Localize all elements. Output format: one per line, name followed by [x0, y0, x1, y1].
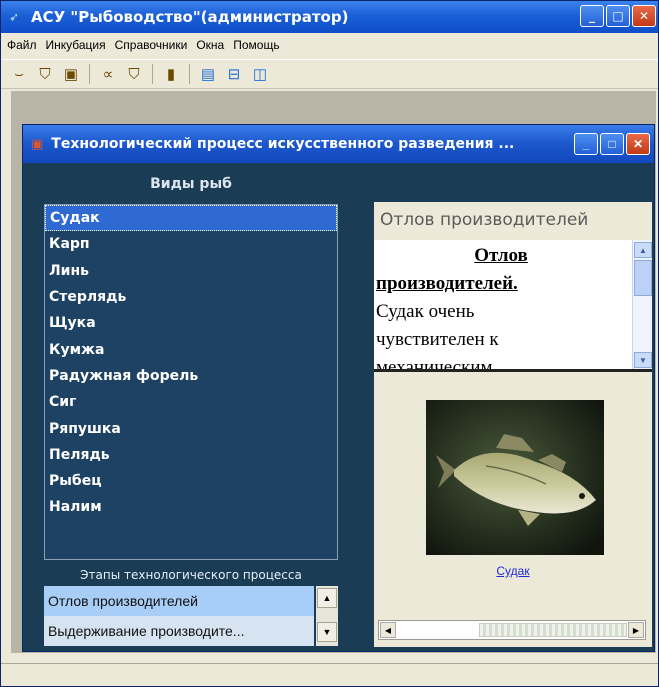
left-panel: Виды рыб Судак Карп Линь Стерлядь Щука К…	[44, 164, 338, 648]
child-maximize-button[interactable]: □	[600, 133, 624, 155]
window-title: АСУ "Рыбоводство"(администратор)	[31, 8, 349, 26]
fish-item[interactable]: Радужная форель	[45, 363, 337, 389]
exit-door-icon[interactable]: ▮	[161, 65, 181, 83]
window-titlebar[interactable]: ➶ АСУ "Рыбоводство"(администратор) _ □ ✕	[1, 1, 658, 33]
fish-species-list[interactable]: Судак Карп Линь Стерлядь Щука Кумжа Раду…	[44, 204, 338, 560]
toolbar-separator	[189, 64, 190, 84]
scroll-down-icon[interactable]: ▼	[634, 352, 652, 368]
detail-panel: Отлов производителей Отлов производителе…	[374, 202, 652, 647]
menu-help[interactable]: Помощь	[233, 38, 279, 52]
maximize-button[interactable]: □	[606, 5, 630, 27]
fish-item[interactable]: Щука	[45, 310, 337, 336]
cup-icon[interactable]: ⛉	[124, 66, 144, 83]
stage-item[interactable]: Отлов производителей	[44, 586, 314, 616]
fish-item[interactable]: Стерлядь	[45, 284, 337, 310]
app-arrow-icon: ➶	[9, 10, 20, 24]
toolbar-separator	[89, 64, 90, 84]
fish-item[interactable]: Линь	[45, 258, 337, 284]
detail-heading: Отлов производителей.	[376, 242, 626, 298]
process-window-title: Технологический процесс искусственного р…	[51, 136, 515, 152]
fish-window-icon: ▣	[31, 136, 44, 152]
child-close-button[interactable]: ✕	[626, 133, 650, 155]
fish-item[interactable]: Сиг	[45, 389, 337, 415]
menu-file[interactable]: Файл	[7, 38, 37, 52]
cascade-windows-icon[interactable]: ▤	[198, 65, 218, 83]
fish-item[interactable]: Налим	[45, 494, 337, 520]
fish-icon[interactable]: ∝	[98, 65, 118, 83]
detail-heading-line2: производителей.	[376, 273, 518, 294]
detail-scrollbar[interactable]: ▲ ▼	[632, 240, 652, 369]
scroll-down-icon[interactable]: ▼	[317, 622, 337, 642]
stage-item[interactable]: Выдерживание производите...	[44, 616, 314, 646]
fish-item[interactable]: Карп	[45, 231, 337, 257]
detail-text-line: Судак очень	[376, 301, 475, 322]
detail-title: Отлов производителей	[380, 210, 589, 230]
scroll-up-icon[interactable]: ▲	[317, 588, 337, 608]
toolbar-separator	[152, 64, 153, 84]
menu-windows[interactable]: Окна	[196, 38, 224, 52]
tile-vertical-icon[interactable]: ◫	[250, 65, 270, 83]
scroll-up-icon[interactable]: ▲	[634, 242, 652, 258]
fish-photo	[426, 400, 604, 555]
process-window-titlebar[interactable]: ▣ Технологический процесс искусственного…	[23, 125, 654, 163]
scroll-right-icon[interactable]: ▶	[628, 622, 644, 638]
close-button[interactable]: ✕	[632, 5, 656, 27]
minimize-button[interactable]: _	[580, 5, 604, 27]
child-minimize-button[interactable]: _	[574, 133, 598, 155]
detail-text-line: механическим	[376, 357, 493, 372]
fish-item[interactable]: Кумжа	[45, 336, 337, 362]
scroll-left-icon[interactable]: ◀	[380, 622, 396, 638]
fish-species-header: Виды рыб	[150, 176, 232, 192]
menu-bar: Файл Инкубация Справочники Окна Помощь	[1, 33, 658, 57]
stages-scrollbar[interactable]: ▲ ▼	[316, 586, 338, 646]
detail-text-line: чувствителен к	[376, 329, 499, 350]
process-stages-header: Этапы технологического процесса	[80, 568, 302, 582]
boat-icon[interactable]: ⌣	[9, 66, 29, 83]
detail-text-box[interactable]: Отлов производителей. Судак очень чувств…	[374, 240, 652, 372]
book-icon[interactable]: ▣	[61, 65, 81, 83]
toolbar: ⌣ ⛉ ▣ ∝ ⛉ ▮ ▤ ⊟ ◫	[1, 59, 658, 89]
process-stages-list[interactable]: Отлов производителей Выдерживание произв…	[44, 586, 338, 646]
fish-item[interactable]: Пелядь	[45, 442, 337, 468]
menu-references[interactable]: Справочники	[115, 38, 188, 52]
fish-item[interactable]: Рыбец	[45, 468, 337, 494]
fish-photo-caption[interactable]: Судак	[374, 564, 652, 578]
status-bar	[1, 663, 658, 686]
scroll-thumb[interactable]	[479, 623, 627, 637]
tile-horizontal-icon[interactable]: ⊟	[224, 65, 244, 83]
scroll-thumb[interactable]	[634, 260, 652, 296]
shield-icon[interactable]: ⛉	[35, 66, 55, 83]
menu-incubation[interactable]: Инкубация	[46, 38, 106, 52]
detail-heading-line1: Отлов	[474, 245, 528, 266]
fish-item[interactable]: Судак	[45, 205, 337, 232]
fish-item[interactable]: Ряпушка	[45, 415, 337, 441]
detail-horizontal-scrollbar[interactable]: ◀ ▶	[378, 620, 646, 640]
